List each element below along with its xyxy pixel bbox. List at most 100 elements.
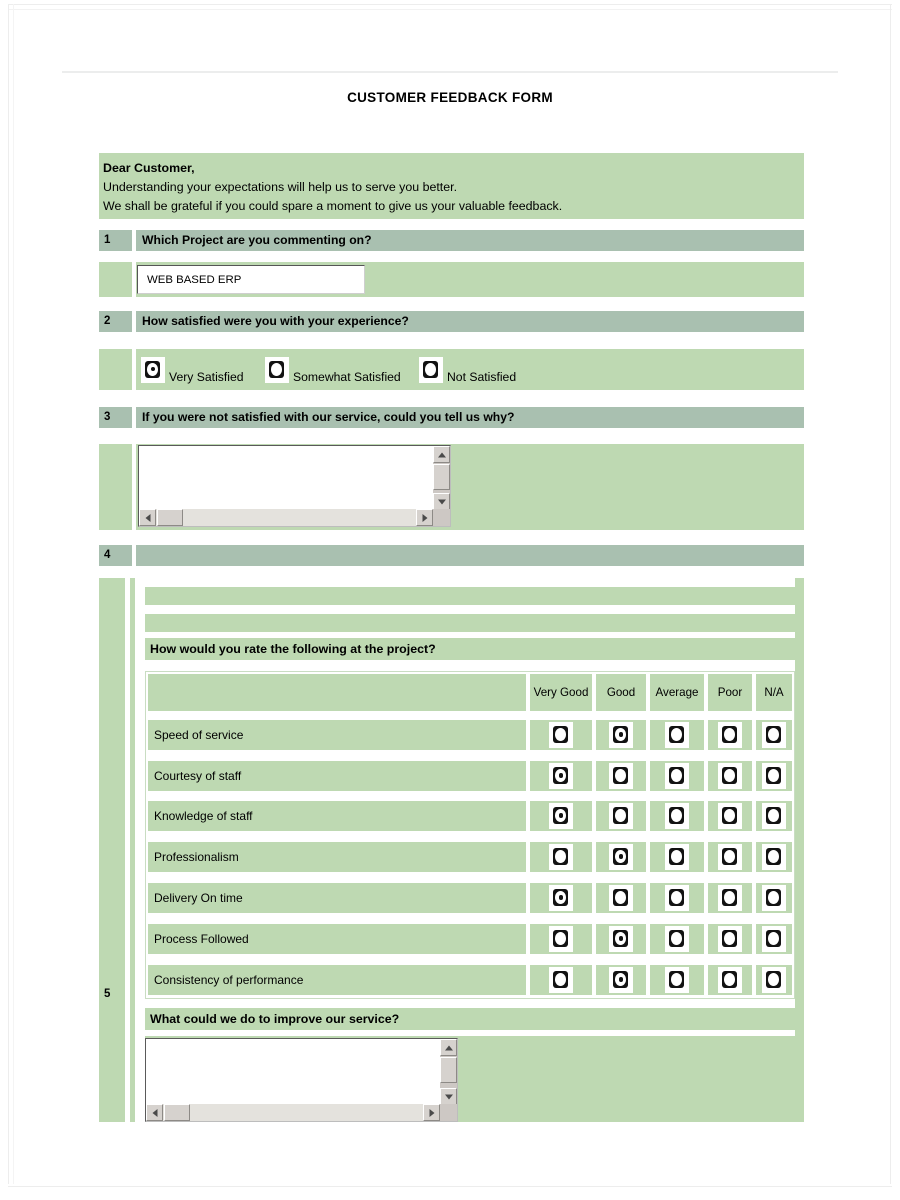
radio-process-very-good[interactable] (549, 926, 573, 952)
radio-speed-na[interactable] (762, 722, 786, 748)
rating-cell-courtesy-very-good[interactable] (530, 761, 592, 791)
rating-cell-courtesy-good[interactable] (596, 761, 646, 791)
radio-process-good[interactable] (609, 926, 633, 952)
rating-cell-professionalism-average[interactable] (650, 842, 704, 872)
scroll-up-icon[interactable] (433, 446, 450, 463)
rating-cell-knowledge-poor[interactable] (708, 801, 752, 831)
rating-cell-consistency-na[interactable] (756, 965, 792, 995)
radio-professionalism-very-good[interactable] (549, 844, 573, 870)
rating-cell-consistency-very-good[interactable] (530, 965, 592, 995)
rating-cell-professionalism-poor[interactable] (708, 842, 752, 872)
rating-cell-knowledge-average[interactable] (650, 801, 704, 831)
radio-courtesy-na[interactable] (762, 763, 786, 789)
question-1-gutter (99, 262, 132, 297)
rating-cell-speed-good[interactable] (596, 720, 646, 750)
radio-courtesy-poor[interactable] (718, 763, 742, 789)
rating-cell-delivery-very-good[interactable] (530, 883, 592, 913)
scroll-left-icon[interactable] (139, 509, 156, 526)
radio-courtesy-very-good[interactable] (549, 763, 573, 789)
radio-not-satisfied[interactable] (419, 356, 443, 383)
radio-knowledge-good[interactable] (609, 803, 633, 829)
radio-consistency-na[interactable] (762, 967, 786, 993)
radio-very-satisfied[interactable] (141, 356, 165, 383)
rating-cell-courtesy-poor[interactable] (708, 761, 752, 791)
radio-knowledge-na[interactable] (762, 803, 786, 829)
rating-cell-knowledge-good[interactable] (596, 801, 646, 831)
rating-cell-process-poor[interactable] (708, 924, 752, 954)
radio-delivery-na[interactable] (762, 885, 786, 911)
radio-speed-average[interactable] (665, 722, 689, 748)
rating-cell-speed-na[interactable] (756, 720, 792, 750)
project-name-input[interactable]: WEB BASED ERP (137, 265, 365, 294)
scroll-right-icon[interactable] (416, 509, 433, 526)
radio-speed-poor[interactable] (718, 722, 742, 748)
scroll-left-icon[interactable] (146, 1104, 163, 1121)
rating-cell-delivery-na[interactable] (756, 883, 792, 913)
rating-cell-consistency-poor[interactable] (708, 965, 752, 995)
rating-cell-knowledge-very-good[interactable] (530, 801, 592, 831)
rating-cell-process-average[interactable] (650, 924, 704, 954)
radio-delivery-good[interactable] (609, 885, 633, 911)
rating-cell-delivery-average[interactable] (650, 883, 704, 913)
dissatisfaction-reason-textarea[interactable] (138, 445, 451, 527)
improve-section-title: What could we do to improve our service? (145, 1008, 795, 1030)
rating-cell-courtesy-na[interactable] (756, 761, 792, 791)
radio-delivery-poor[interactable] (718, 885, 742, 911)
question-2-number: 2 (99, 311, 132, 332)
satisfaction-option-very-satisfied[interactable]: Very Satisfied (141, 352, 259, 387)
rating-cell-speed-very-good[interactable] (530, 720, 592, 750)
rating-cell-process-good[interactable] (596, 924, 646, 954)
radio-somewhat-satisfied[interactable] (265, 356, 289, 383)
satisfaction-option-not-satisfied[interactable]: Not Satisfied (419, 352, 529, 387)
radio-process-average[interactable] (665, 926, 689, 952)
radio-professionalism-poor[interactable] (718, 844, 742, 870)
rating-cell-delivery-good[interactable] (596, 883, 646, 913)
improve-vertical-scrollbar[interactable] (440, 1039, 457, 1105)
rating-cell-speed-average[interactable] (650, 720, 704, 750)
vertical-scroll-thumb[interactable] (433, 464, 450, 490)
scroll-up-icon[interactable] (440, 1039, 457, 1056)
rating-cell-professionalism-na[interactable] (756, 842, 792, 872)
horizontal-scroll-thumb[interactable] (157, 509, 183, 526)
radio-courtesy-good[interactable] (609, 763, 633, 789)
rating-row-label: Delivery On time (148, 883, 526, 913)
rating-cell-consistency-average[interactable] (650, 965, 704, 995)
radio-consistency-poor[interactable] (718, 967, 742, 993)
scroll-down-icon[interactable] (440, 1088, 457, 1105)
page-top-rule (8, 4, 892, 5)
radio-process-poor[interactable] (718, 926, 742, 952)
rating-cell-process-na[interactable] (756, 924, 792, 954)
radio-consistency-average[interactable] (665, 967, 689, 993)
radio-knowledge-very-good[interactable] (549, 803, 573, 829)
rating-cell-delivery-poor[interactable] (708, 883, 752, 913)
scroll-down-icon[interactable] (433, 493, 450, 510)
radio-speed-very-good[interactable] (549, 722, 573, 748)
radio-professionalism-good[interactable] (609, 844, 633, 870)
radio-professionalism-na[interactable] (762, 844, 786, 870)
rating-cell-professionalism-good[interactable] (596, 842, 646, 872)
radio-professionalism-average[interactable] (665, 844, 689, 870)
rating-cell-knowledge-na[interactable] (756, 801, 792, 831)
radio-delivery-very-good[interactable] (549, 885, 573, 911)
radio-speed-good[interactable] (609, 722, 633, 748)
improve-service-textarea[interactable] (145, 1038, 458, 1122)
dissatisfaction-horizontal-scrollbar[interactable] (139, 509, 450, 526)
radio-knowledge-poor[interactable] (718, 803, 742, 829)
radio-process-na[interactable] (762, 926, 786, 952)
radio-consistency-good[interactable] (609, 967, 633, 993)
rating-cell-speed-poor[interactable] (708, 720, 752, 750)
radio-courtesy-average[interactable] (665, 763, 689, 789)
scroll-right-icon[interactable] (423, 1104, 440, 1121)
rating-cell-courtesy-average[interactable] (650, 761, 704, 791)
satisfaction-option-somewhat-satisfied[interactable]: Somewhat Satisfied (265, 352, 413, 387)
horizontal-scroll-thumb[interactable] (164, 1104, 190, 1121)
radio-delivery-average[interactable] (665, 885, 689, 911)
improve-horizontal-scrollbar[interactable] (146, 1104, 457, 1121)
rating-cell-process-very-good[interactable] (530, 924, 592, 954)
rating-cell-professionalism-very-good[interactable] (530, 842, 592, 872)
radio-knowledge-average[interactable] (665, 803, 689, 829)
rating-cell-consistency-good[interactable] (596, 965, 646, 995)
radio-consistency-very-good[interactable] (549, 967, 573, 993)
vertical-scroll-thumb[interactable] (440, 1057, 457, 1083)
dissatisfaction-vertical-scrollbar[interactable] (433, 446, 450, 510)
